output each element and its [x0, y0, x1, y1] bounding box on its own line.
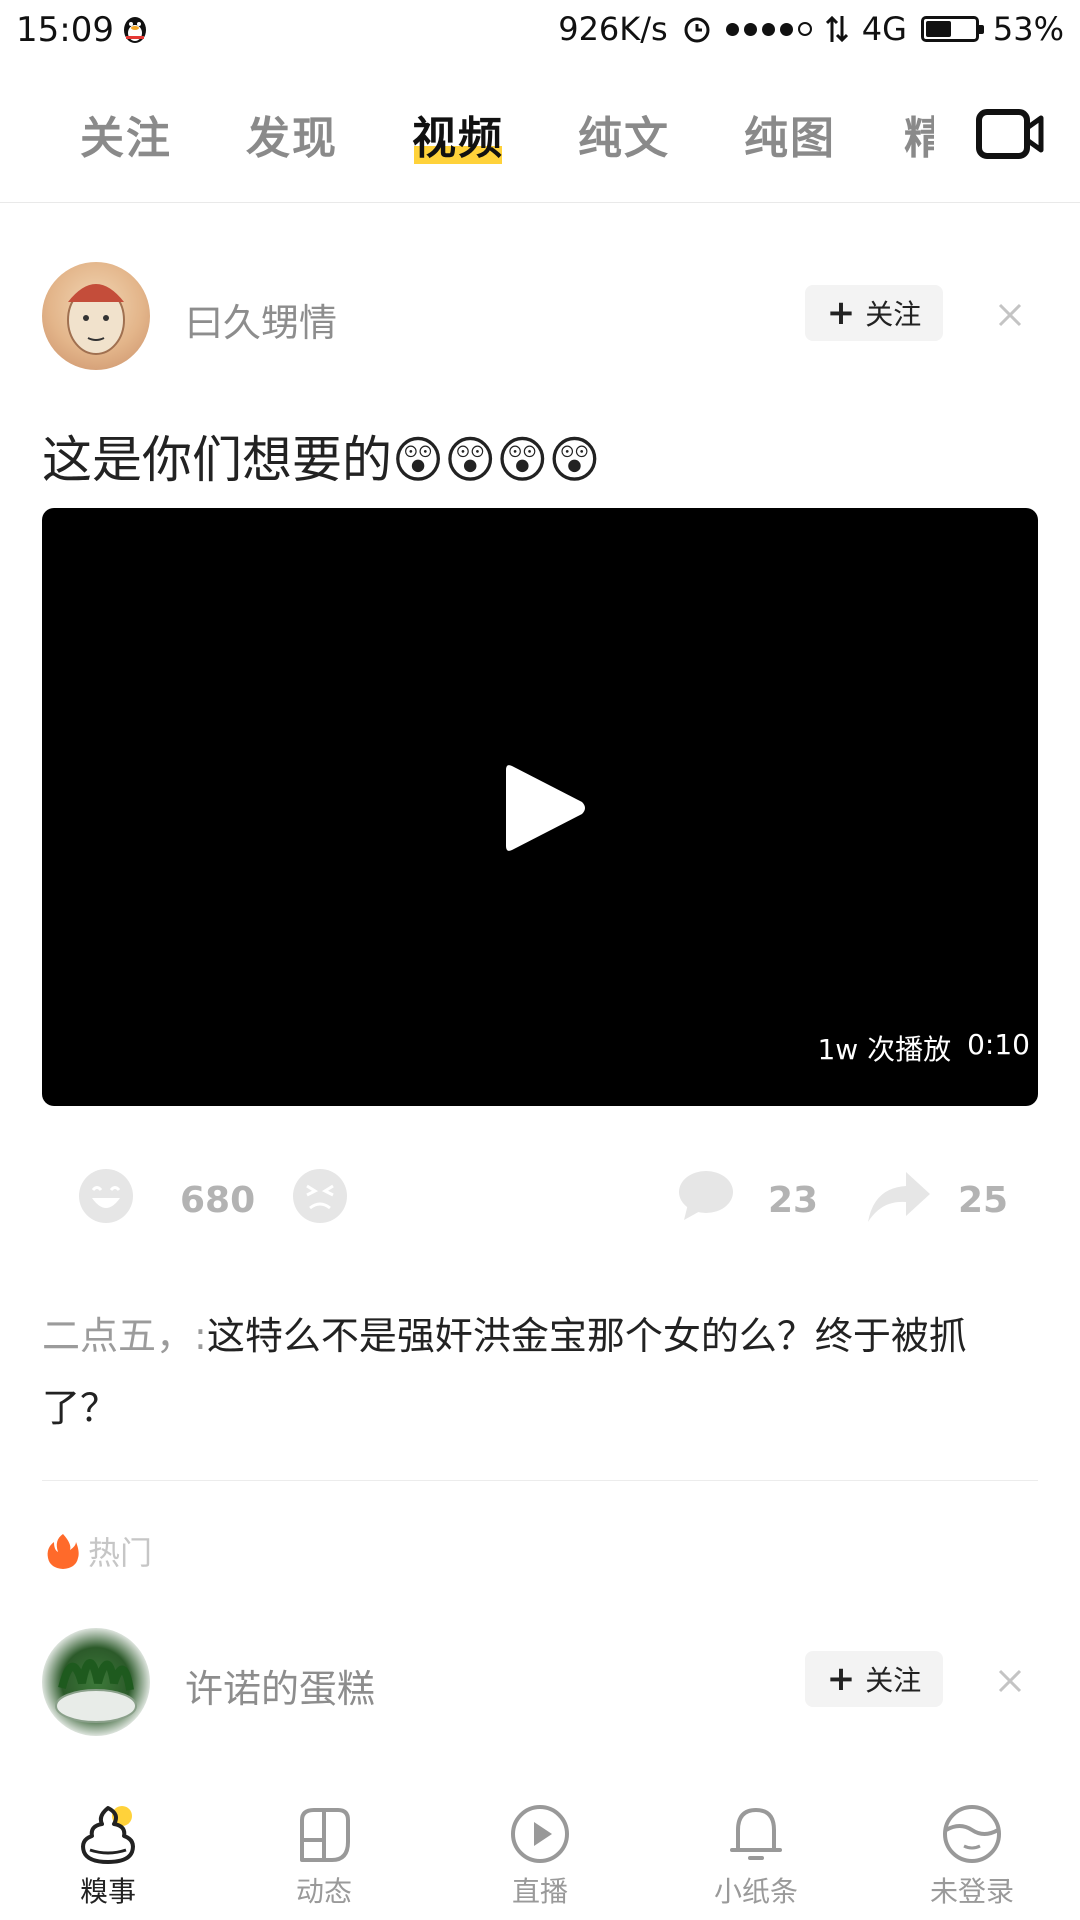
nav-profile[interactable]: 未登录 [902, 1802, 1042, 1910]
nav-notes[interactable]: 小纸条 [686, 1802, 826, 1910]
profile-icon [943, 1805, 1001, 1863]
bottom-navigation: 糗事 动态 直播 小纸条 未登录 [0, 1780, 1080, 1920]
fire-icon [47, 1534, 79, 1569]
laugh-icon[interactable] [78, 1168, 134, 1224]
play-icon[interactable] [500, 758, 590, 858]
network-type: 4G [861, 10, 907, 48]
close-icon[interactable] [990, 1661, 1030, 1701]
video-views: 1w 次播放 [817, 1033, 952, 1066]
follow-button[interactable]: + 关注 [805, 1651, 943, 1707]
network-speed: 926K/s [558, 10, 668, 48]
divider [42, 1480, 1038, 1481]
plus-icon: + [826, 293, 856, 333]
plus-icon: + [826, 1659, 856, 1699]
follow-button[interactable]: + 关注 [805, 285, 943, 341]
battery-icon [920, 16, 984, 42]
comment-username[interactable]: 二点五，: [42, 1314, 207, 1358]
top-comment[interactable]: 二点五，:这特么不是强奸洪金宝那个女的么？终于被抓了？ [42, 1300, 1032, 1444]
avatar-plant-icon [55, 1659, 137, 1723]
share-count: 25 [958, 1180, 1009, 1221]
comment-icon[interactable] [678, 1168, 734, 1224]
signal-dots-icon [725, 22, 812, 36]
post-username[interactable]: 曰久甥情 [185, 292, 337, 347]
nav-live[interactable]: 直播 [470, 1802, 610, 1910]
share-icon[interactable] [866, 1168, 932, 1224]
tab-follow[interactable]: 关注 [80, 102, 172, 166]
dislike-icon[interactable] [292, 1168, 348, 1224]
nav-qiushi[interactable]: 糗事 [38, 1802, 178, 1910]
post-actions: 680 23 25 [0, 1168, 1080, 1238]
battery-percent: 53% [992, 10, 1064, 48]
emoji-string: 😲😲😲😲 [392, 431, 601, 489]
cup-icon [300, 1808, 350, 1862]
tab-video[interactable]: 视频 [412, 102, 504, 166]
status-bar: 15:09 926K/s 4G 53% [0, 0, 1080, 62]
category-tabs: 关注 发现 视频 纯文 纯图 精 [0, 62, 1080, 203]
hot-label: 热门 [46, 1528, 152, 1574]
close-icon[interactable] [990, 295, 1030, 335]
alarm-icon [684, 17, 710, 43]
qq-penguin-icon [124, 17, 146, 43]
data-arrows-icon [825, 15, 848, 43]
poop-icon [81, 1806, 135, 1864]
status-time: 15:09 [16, 10, 114, 50]
post-username[interactable]: 许诺的蛋糕 [185, 1658, 375, 1713]
video-meta: 1w 次播放 0:10 [817, 1028, 1030, 1068]
like-count: 680 [180, 1180, 256, 1221]
tab-image[interactable]: 纯图 [744, 102, 836, 166]
tab-text[interactable]: 纯文 [578, 102, 670, 166]
tab-discover[interactable]: 发现 [246, 102, 338, 166]
bell-icon [730, 1808, 782, 1860]
video-camera-icon[interactable] [975, 104, 1045, 164]
comment-count: 23 [768, 1180, 819, 1221]
avatar[interactable] [42, 262, 150, 370]
play-circle-icon [511, 1805, 569, 1863]
nav-dongtai[interactable]: 动态 [254, 1802, 394, 1910]
avatar-face-icon [67, 284, 125, 355]
avatar[interactable] [42, 1628, 150, 1736]
tab-more-cut[interactable]: 精 [904, 102, 934, 166]
video-duration: 0:10 [967, 1028, 1030, 1061]
post-title: 这是你们想要的😲😲😲😲 [42, 431, 601, 489]
